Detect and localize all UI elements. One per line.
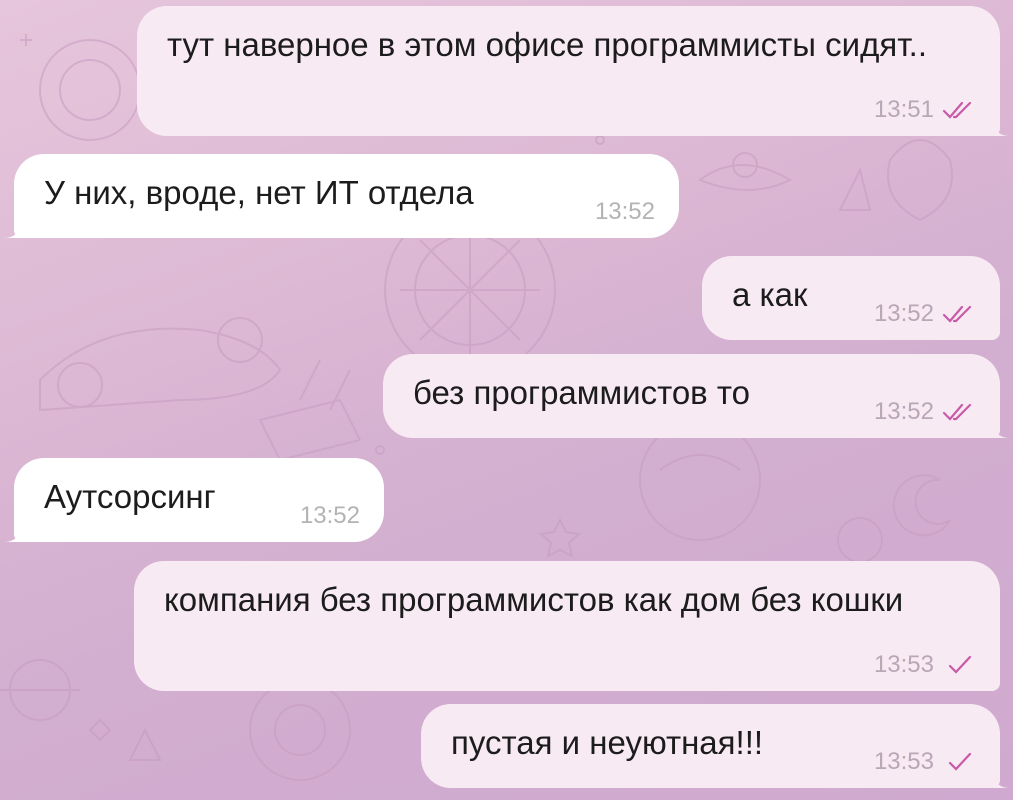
message-text: пустая и неуютная!!! <box>451 724 764 761</box>
message-text: а как <box>732 276 808 313</box>
message-meta: 13:52 <box>595 198 655 226</box>
bubble-tail <box>992 118 1010 136</box>
message-meta: 13:53 <box>874 651 976 679</box>
message-time: 13:52 <box>873 300 934 327</box>
message-time: 13:52 <box>873 398 934 425</box>
double-check-icon <box>942 305 972 323</box>
message-text: компания без программистов как дом без к… <box>164 581 904 618</box>
message-meta: 13:52 <box>300 502 360 530</box>
outgoing-message[interactable]: компания без программистов как дом без к… <box>134 561 1000 691</box>
single-check-icon <box>948 655 972 674</box>
bubble-tail <box>4 220 22 238</box>
bubble-tail <box>992 770 1010 788</box>
double-check-icon <box>942 403 972 421</box>
double-check-icon <box>942 101 972 119</box>
outgoing-message[interactable]: пустая и неуютная!!! 13:53 <box>421 704 1010 788</box>
chat-message-list: тут наверное в этом офисе программисты с… <box>0 0 1013 800</box>
message-time: 13:53 <box>873 651 934 678</box>
message-time: 13:52 <box>594 198 655 225</box>
message-meta: 13:52 <box>874 398 976 426</box>
outgoing-message[interactable]: тут наверное в этом офисе программисты с… <box>137 6 1010 136</box>
message-meta: 13:53 <box>874 748 976 776</box>
message-time: 13:51 <box>873 96 934 123</box>
bubble-tail <box>992 420 1010 438</box>
message-meta: 13:52 <box>874 300 976 328</box>
outgoing-message[interactable]: без программистов то 13:52 <box>383 354 1010 438</box>
message-text: Аутсорсинг <box>44 478 216 515</box>
bubble-tail <box>4 524 22 542</box>
message-meta: 13:51 <box>874 96 976 124</box>
incoming-message[interactable]: Аутсорсинг 13:52 <box>4 458 384 542</box>
message-time: 13:52 <box>299 502 360 529</box>
message-text: тут наверное в этом офисе программисты с… <box>167 26 928 63</box>
incoming-message[interactable]: У них, вроде, нет ИТ отдела 13:52 <box>4 154 679 238</box>
message-text: У них, вроде, нет ИТ отдела <box>44 174 474 211</box>
outgoing-message[interactable]: а как 13:52 <box>702 256 1000 340</box>
message-text: без программистов то <box>413 374 750 411</box>
single-check-icon <box>948 752 972 771</box>
message-time: 13:53 <box>873 748 934 775</box>
